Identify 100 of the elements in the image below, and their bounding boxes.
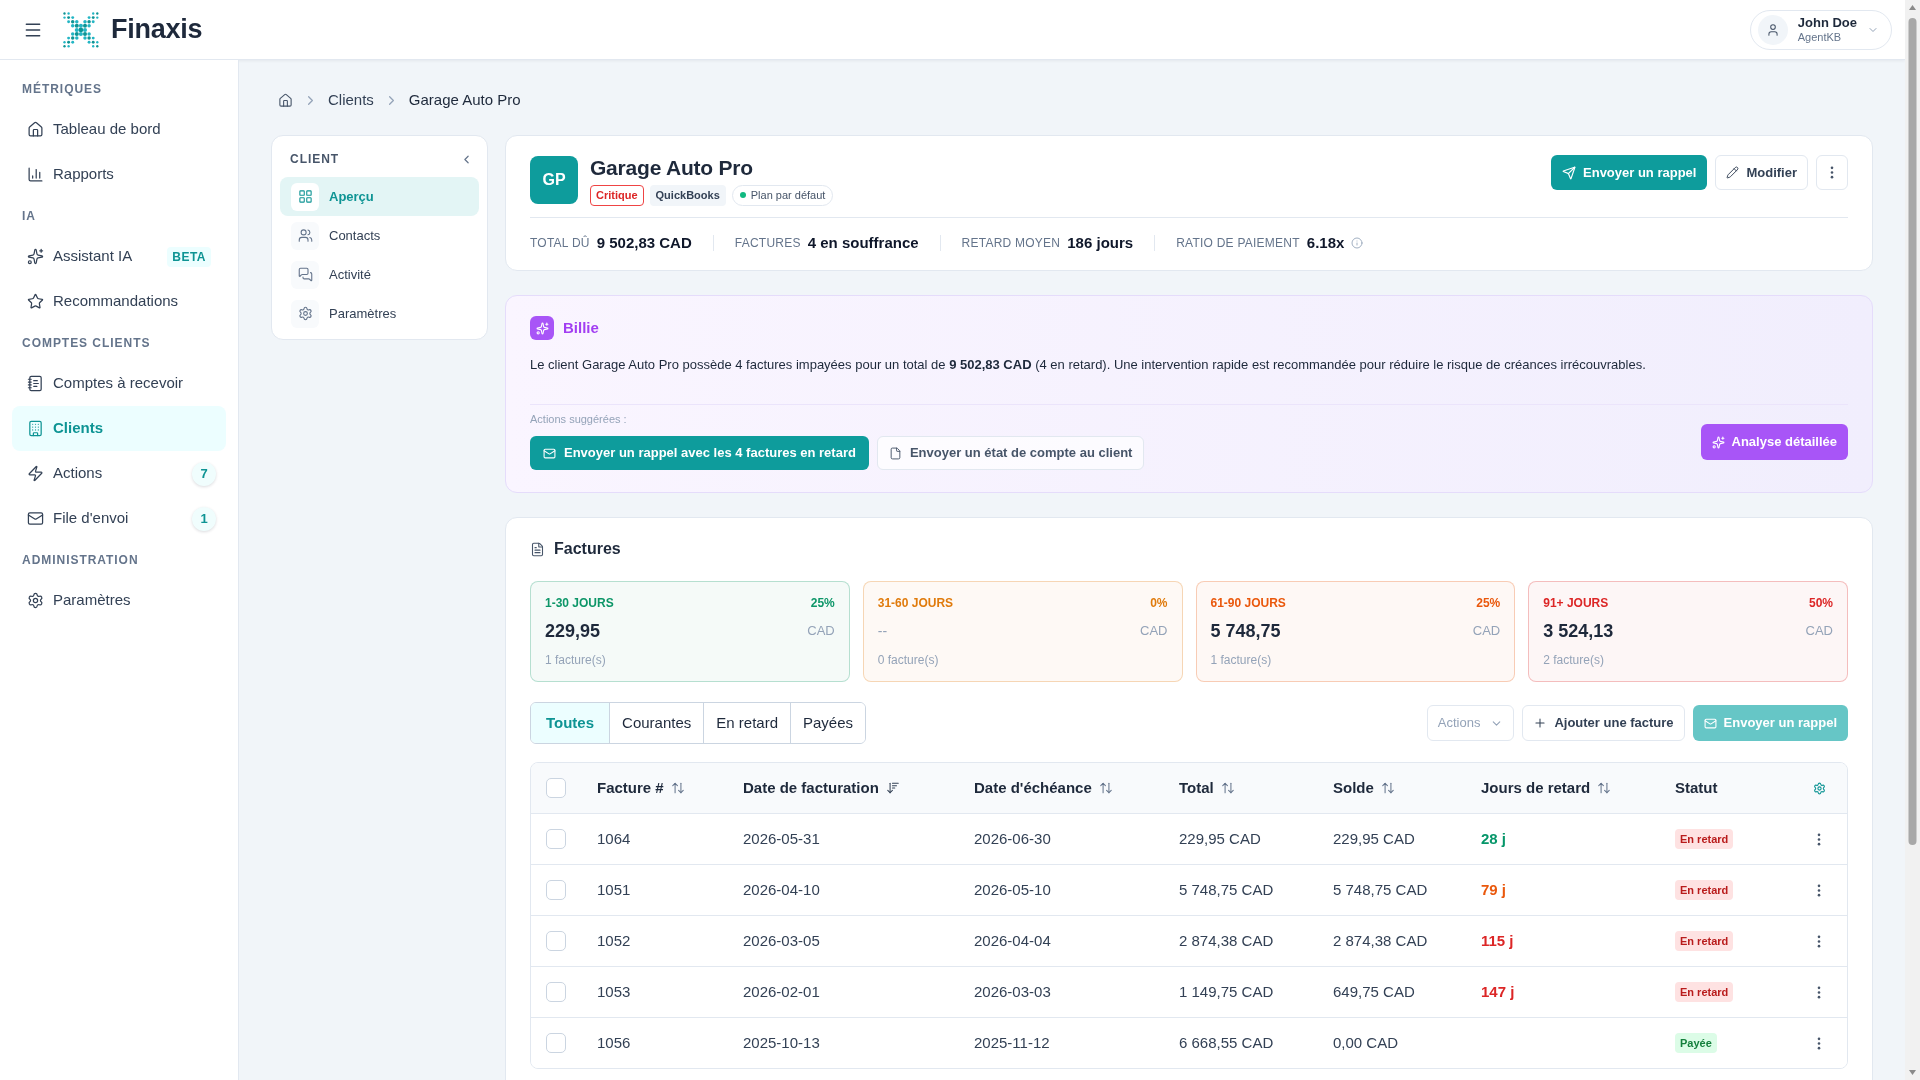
column-header[interactable]: Date de facturation	[743, 776, 900, 800]
table-cell-text: 1056	[597, 1032, 631, 1053]
settings-icon	[291, 299, 319, 328]
column-header[interactable]: Solde	[1333, 776, 1395, 800]
table-cell-text: 5 748,75 CAD	[1179, 879, 1274, 900]
section-heading: IA	[22, 207, 36, 225]
nav-item[interactable]: Tableau de bord	[12, 107, 226, 152]
checkbox[interactable]	[546, 880, 566, 900]
risk-tag: Critique	[590, 185, 644, 206]
dots-icon	[1817, 1036, 1821, 1050]
dots-icon	[1817, 883, 1821, 897]
client-menu-item[interactable]: Paramètres	[280, 294, 479, 333]
table-cell-text: 2 874,38 CAD	[1179, 930, 1274, 951]
house-icon	[278, 92, 293, 108]
envelope-icon	[27, 510, 44, 527]
table-cell-text: 0,00 CAD	[1333, 1032, 1399, 1053]
filter-tab[interactable]: Toutes	[531, 703, 611, 743]
home-link[interactable]	[278, 92, 293, 108]
table-cell-text: 2025-10-13	[743, 1032, 820, 1053]
dots-icon	[1817, 832, 1821, 846]
currency-label: CAD	[1472, 622, 1501, 641]
checkbox[interactable]	[546, 1033, 566, 1053]
column-header[interactable]: Total	[1179, 776, 1235, 800]
days-overdue: 115 j	[1481, 932, 1514, 949]
checkbox[interactable]	[546, 778, 566, 798]
days-overdue: 79 j	[1481, 881, 1507, 898]
table-cell-text: 2026-06-30	[974, 828, 1051, 849]
table-cell-text: 2026-03-03	[974, 981, 1051, 1002]
table-cell-text: 1052	[597, 930, 631, 951]
user-menu[interactable]: John Doe AgentKB	[1749, 9, 1892, 50]
bucket-percent: 0%	[1150, 595, 1168, 612]
chat-icon	[291, 260, 319, 289]
edit-button[interactable]: Modifier	[1715, 155, 1808, 190]
assistant-message: Le client Garage Auto Pro possède 4 factures impayées pour un total de 9 502,83 CAD (4 en retard). Une intervention rapide est recommandée pour réduire le risque de créances irrécouvrables.	[530, 356, 1647, 374]
table-cell-text: 229,95 CAD	[1333, 828, 1415, 849]
table-cell-text: 6 668,55 CAD	[1179, 1032, 1274, 1053]
paper-plane-icon	[1562, 165, 1576, 180]
client-menu-item[interactable]: Contacts	[280, 216, 479, 255]
stat-label: RETARD MOYEN	[961, 234, 1061, 252]
currency-label: CAD	[1140, 622, 1168, 641]
table-cell-text: 2026-03-05	[743, 930, 820, 951]
plus-icon	[1533, 716, 1548, 730]
nav-item[interactable]: File d'envoi	[12, 496, 192, 541]
notebook-icon	[27, 375, 44, 392]
checkbox[interactable]	[546, 982, 566, 1002]
column-header[interactable]: Jours de retard	[1481, 776, 1612, 800]
nav-item[interactable]: Actions	[12, 451, 192, 496]
stat-value: 4 en souffrance	[807, 232, 919, 253]
bucket-amount: 5 748,75	[1210, 619, 1281, 643]
breadcrumb-link[interactable]: Clients	[328, 88, 374, 112]
people-icon	[291, 221, 319, 250]
column-header[interactable]: Facture #	[597, 776, 685, 800]
currency-label: CAD	[807, 622, 835, 641]
bucket-percent: 25%	[1476, 595, 1501, 612]
pencil-icon	[1726, 166, 1740, 179]
add-invoice-button[interactable]: Ajouter une facture	[1522, 705, 1685, 741]
table-cell-text: 1053	[597, 981, 631, 1002]
column-settings-button[interactable]	[1812, 781, 1826, 795]
suggestion-button[interactable]: Envoyer un état de compte au client	[876, 436, 1145, 470]
analysis-button[interactable]: Analyse détaillée	[1700, 424, 1848, 460]
sparkle-icon	[27, 248, 44, 265]
nav-item[interactable]: Recommandations	[12, 279, 226, 324]
user-avatar-icon	[1757, 14, 1788, 45]
table-cell-text: 649,75 CAD	[1333, 981, 1415, 1002]
client-menu-item[interactable]: Activité	[280, 255, 479, 294]
stat-label: TOTAL DÛ	[530, 234, 590, 252]
bucket-amount: 3 524,13	[1543, 619, 1614, 643]
table-cell-text: 2026-05-31	[743, 828, 820, 849]
bucket-amount: 229,95	[545, 619, 601, 643]
bar-chart-icon	[27, 166, 44, 183]
settings-icon	[27, 592, 44, 609]
nav-item[interactable]: Clients	[12, 406, 226, 451]
checkbox[interactable]	[546, 829, 566, 849]
dots-icon	[1817, 985, 1821, 999]
checkbox[interactable]	[546, 931, 566, 951]
user-name: John Doe	[1797, 14, 1857, 31]
table-cell-text: 2026-04-04	[974, 930, 1051, 951]
section-title: Factures	[554, 539, 621, 559]
stat-label: FACTURES	[734, 234, 801, 252]
status-tag: En retard	[1675, 828, 1734, 850]
days-overdue: 147 j	[1481, 983, 1515, 1000]
column-header[interactable]: Date d'échéance	[974, 776, 1113, 800]
envelope-icon	[1703, 716, 1717, 730]
table-cell-text: 2025-11-12	[974, 1032, 1050, 1053]
invoice-count: 0 facture(s)	[877, 652, 939, 669]
settings-icon	[1812, 781, 1826, 795]
table-cell-text: 2026-04-10	[743, 879, 820, 900]
breadcrumb-current: Garage Auto Pro	[408, 89, 521, 110]
currency-label: CAD	[1805, 622, 1833, 641]
status-tag: En retard	[1675, 879, 1734, 901]
stat-value: 6.18x	[1306, 232, 1345, 253]
document-icon	[888, 446, 902, 460]
nav-item[interactable]: Comptes à recevoir	[12, 361, 226, 406]
nav-item[interactable]: Assistant IA	[12, 234, 168, 279]
scrollbar[interactable]	[1905, 0, 1920, 1080]
bucket-percent: 25%	[810, 595, 835, 612]
nav-item[interactable]: Rapports	[12, 152, 226, 197]
table-cell-text: 5 748,75 CAD	[1333, 879, 1428, 900]
assistant-name: Billie	[563, 317, 599, 338]
nav-item[interactable]: Paramètres	[12, 578, 226, 623]
